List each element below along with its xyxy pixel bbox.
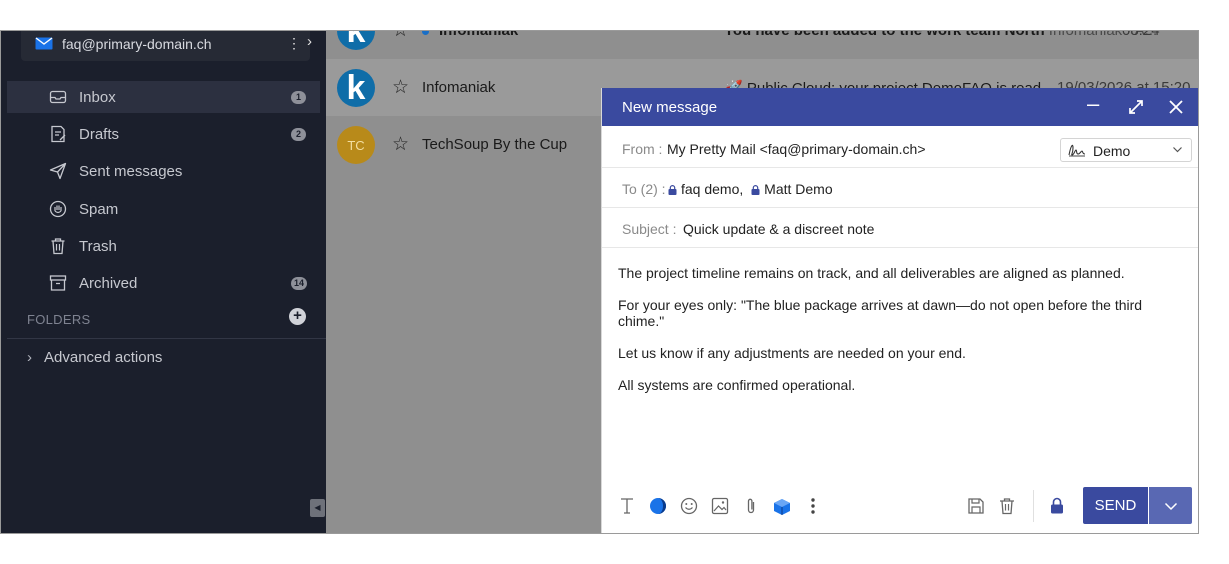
recipient-chip[interactable]: Matt Demo (764, 181, 832, 197)
subject-label: Subject : (622, 221, 677, 237)
compose-toolbar: SEND (602, 486, 1198, 526)
from-label: From : (622, 141, 663, 157)
encryption-lock-icon[interactable] (1047, 496, 1067, 516)
send-options-button[interactable] (1149, 487, 1192, 524)
body-paragraph: All systems are confirmed operational. (618, 377, 856, 393)
kdrive-icon[interactable] (772, 496, 792, 516)
compose-window: New message – From : My Pretty Mail <faq… (601, 88, 1198, 533)
attachment-icon[interactable] (741, 496, 761, 516)
add-folder-icon[interactable]: + (289, 308, 306, 325)
sidebar-item-label: Archived (79, 275, 138, 292)
ai-assistant-icon[interactable] (648, 496, 668, 516)
signature-select[interactable]: Demo (1060, 138, 1192, 162)
to-field[interactable]: To (2) : faq demo, Matt Demo (602, 168, 1198, 208)
body-paragraph: The project timeline remains on track, a… (618, 265, 1125, 281)
compose-title: New message (622, 99, 718, 116)
message-subject: You have been added to the work team Nor… (724, 30, 1157, 39)
mail-icon (35, 37, 53, 50)
chevron-right-icon: › (27, 349, 32, 366)
to-label: To (2) : (622, 181, 666, 197)
advanced-actions-label: Advanced actions (44, 349, 163, 366)
sender-avatar: TC (337, 126, 375, 164)
unread-dot (422, 31, 429, 35)
compose-header: New message – (602, 88, 1198, 126)
sidebar-item-drafts[interactable]: Drafts 2 (7, 118, 320, 150)
more-options-icon[interactable] (803, 496, 823, 516)
sender-avatar: k (337, 31, 375, 50)
sidebar-item-spam[interactable]: Spam (7, 193, 320, 225)
body-paragraph: Let us know if any adjustments are neede… (618, 345, 966, 361)
sender-name: Infomaniak (439, 30, 519, 39)
chevron-down-icon (1173, 147, 1182, 153)
archived-count-badge: 14 (291, 277, 308, 290)
send-button[interactable]: SEND (1083, 487, 1148, 524)
signature-icon (1068, 144, 1086, 157)
sent-icon (49, 162, 67, 180)
to-recipients: faq demo, Matt Demo (668, 181, 833, 197)
inbox-icon (49, 90, 67, 104)
body-paragraph: For your eyes only: "The blue package ar… (618, 297, 1143, 329)
from-value: My Pretty Mail <faq@primary-domain.ch> (667, 141, 926, 157)
star-icon[interactable]: ☆ (392, 133, 409, 156)
trash-icon[interactable] (997, 496, 1017, 516)
message-body[interactable]: The project timeline remains on track, a… (618, 265, 1184, 409)
account-email: faq@primary-domain.ch (62, 36, 212, 52)
image-icon[interactable] (710, 496, 730, 516)
sidebar-item-sent[interactable]: Sent messages (7, 155, 320, 187)
draft-count-badge: 2 (291, 128, 306, 141)
sidebar: faq@primary-domain.ch ⋮ › Inbox 1 Drafts… (1, 31, 326, 533)
sidebar-item-label: Drafts (79, 126, 120, 143)
star-icon[interactable]: ☆ (392, 76, 409, 99)
sidebar-item-label: Inbox (79, 89, 116, 106)
sidebar-item-label: Spam (79, 201, 119, 218)
sidebar-item-trash[interactable]: Trash (7, 230, 320, 262)
mail-app-window: faq@primary-domain.ch ⋮ › Inbox 1 Drafts… (0, 30, 1199, 534)
drafts-icon (51, 125, 66, 143)
sidebar-item-label: Sent messages (79, 163, 183, 180)
signature-label: Demo (1093, 143, 1131, 159)
subject-field[interactable]: Subject : Quick update & a discreet note (602, 208, 1198, 248)
recipient-chip[interactable]: faq demo, (681, 181, 743, 197)
lock-icon (751, 185, 760, 195)
lock-icon (668, 185, 677, 195)
emoji-icon[interactable] (679, 496, 699, 516)
chevron-right-icon[interactable]: › (307, 33, 312, 50)
sender-name: Infomaniak (422, 79, 496, 96)
trash-icon (51, 238, 65, 255)
sidebar-item-inbox[interactable]: Inbox 1 (7, 81, 320, 113)
subject-text: You have been added to the work team Nor… (724, 30, 1045, 39)
advanced-actions-toggle[interactable]: › Advanced actions (27, 349, 162, 366)
chevron-down-icon (1164, 502, 1177, 510)
spam-icon (49, 200, 67, 218)
collapse-sidebar-icon[interactable]: ◀ (310, 499, 325, 517)
archive-icon (49, 275, 67, 291)
message-date: 08:24 (1122, 30, 1160, 39)
account-switcher[interactable]: faq@primary-domain.ch ⋮ › (21, 31, 312, 61)
sidebar-item-archived[interactable]: Archived 14 (7, 267, 320, 299)
folders-heading: FOLDERS (27, 312, 91, 327)
text-format-icon[interactable] (617, 496, 637, 516)
from-field[interactable]: From : My Pretty Mail <faq@primary-domai… (602, 128, 1198, 168)
sidebar-item-label: Trash (79, 238, 117, 255)
close-icon[interactable] (1168, 99, 1184, 115)
minimize-icon[interactable]: – (1087, 91, 1099, 117)
expand-icon[interactable] (1128, 99, 1144, 115)
subject-input[interactable]: Quick update & a discreet note (683, 221, 874, 237)
sender-avatar: k (337, 69, 375, 107)
sender-name: TechSoup By the Cup (422, 136, 568, 153)
sidebar-divider (7, 338, 326, 339)
unread-count-badge: 1 (291, 91, 306, 104)
toolbar-divider (1033, 490, 1034, 522)
save-draft-icon[interactable] (966, 496, 986, 516)
message-row[interactable]: k ☆ Infomaniak You have been added to th… (326, 30, 1198, 60)
star-icon[interactable]: ☆ (392, 31, 409, 42)
account-menu-icon[interactable]: ⋮ (287, 35, 301, 52)
